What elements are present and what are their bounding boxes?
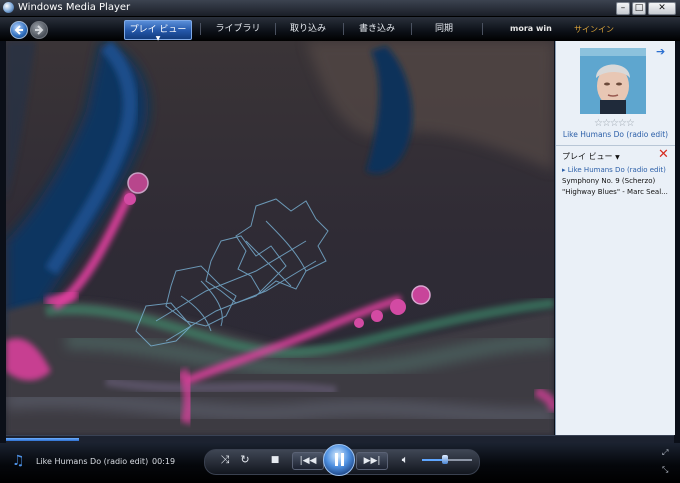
- repeat-button[interactable]: ↻: [237, 452, 253, 468]
- tab-burn[interactable]: 書き込み: [350, 20, 404, 38]
- tab-sync[interactable]: 同期: [420, 20, 468, 38]
- title-bar: Windows Media Player – □ ✕: [0, 0, 680, 17]
- playlist-item[interactable]: "Highway Blues" - Marc Seal...: [562, 188, 673, 196]
- back-arrow-icon: [14, 25, 23, 35]
- media-player-logo-icon: [3, 2, 14, 13]
- nav-divider: [411, 23, 412, 35]
- star-rating[interactable]: ☆☆☆☆☆: [594, 118, 635, 129]
- pause-icon: [335, 453, 338, 466]
- elapsed-time: 00:19: [152, 457, 176, 466]
- divider: [556, 145, 675, 146]
- tab-now-playing[interactable]: プレイ ビュー ▼: [124, 20, 192, 42]
- play-pause-button[interactable]: [323, 444, 355, 476]
- stop-button[interactable]: ■: [268, 452, 282, 468]
- previous-button[interactable]: |◀◀: [292, 452, 324, 470]
- tab-label: プレイ ビュー: [129, 25, 187, 35]
- playlist-item[interactable]: ▸ Like Humans Do (radio edit): [562, 166, 673, 174]
- album-track-title[interactable]: Like Humans Do (radio edit): [556, 130, 675, 139]
- clear-list-icon[interactable]: ✕: [658, 147, 669, 162]
- maximize-icon: □: [634, 3, 644, 13]
- media-player-window: Windows Media Player – □ ✕ プレイ ビュー ▼ ライブ…: [0, 0, 680, 483]
- music-note-icon: ♫: [12, 453, 25, 469]
- minimize-button[interactable]: –: [616, 2, 630, 15]
- stop-icon: ■: [270, 455, 280, 465]
- next-icon: ▶▶|: [363, 456, 381, 466]
- repeat-icon: ↻: [240, 453, 250, 466]
- playlist-item-label: "Highway Blues" - Marc Seal...: [562, 188, 668, 196]
- sign-in-link[interactable]: サインイン: [574, 24, 614, 35]
- nav-divider: [482, 23, 483, 35]
- shuffle-icon: ⤨: [220, 453, 230, 466]
- playlist-item-label: Like Humans Do (radio edit): [567, 166, 666, 174]
- playlist-header[interactable]: プレイ ビュー ▼: [562, 151, 620, 162]
- now-playing-title: Like Humans Do (radio edit): [36, 457, 149, 466]
- visualization-graphic: [6, 41, 554, 435]
- chevron-down-icon: ▼: [615, 154, 620, 161]
- mute-button[interactable]: 🔈︎: [398, 452, 412, 468]
- album-art[interactable]: [580, 48, 646, 114]
- playlist-item[interactable]: Symphony No. 9 (Scherzo): [562, 177, 673, 185]
- forward-arrow-icon: [35, 25, 44, 35]
- playlist-title: プレイ ビュー: [562, 152, 613, 161]
- window-title: Windows Media Player: [18, 2, 131, 13]
- switch-to-skin-icon[interactable]: ⤡: [662, 465, 668, 475]
- online-store-button[interactable]: mora win: [510, 24, 552, 33]
- list-pane: ➔ ☆☆☆☆☆ Like Humans Do (radio edit) プレイ …: [555, 41, 675, 435]
- maximize-button[interactable]: □: [632, 2, 646, 15]
- volume-thumb[interactable]: [441, 455, 448, 464]
- forward-button[interactable]: [30, 21, 48, 39]
- close-button[interactable]: ✕: [648, 2, 676, 15]
- visualization-area[interactable]: [6, 41, 554, 435]
- seek-progress: [6, 438, 80, 441]
- next-album-arrow-icon[interactable]: ➔: [656, 45, 665, 58]
- now-playing-arrow-icon: ▸: [562, 166, 566, 174]
- minimize-icon: –: [620, 3, 626, 13]
- next-button[interactable]: ▶▶|: [356, 452, 388, 470]
- close-icon: ✕: [658, 3, 666, 13]
- shuffle-button[interactable]: ⤨: [217, 452, 233, 468]
- album-cover-image: [580, 48, 646, 114]
- navigation-bar: プレイ ビュー ▼ ライブラリ 取り込み 書き込み 同期 mora win サイ…: [0, 17, 680, 42]
- nav-divider: [200, 23, 201, 35]
- playlist-item-label: Symphony No. 9 (Scherzo): [562, 177, 656, 185]
- fullscreen-icon[interactable]: ⤢: [662, 448, 668, 458]
- back-button[interactable]: [10, 21, 28, 39]
- speaker-icon: 🔈︎: [401, 453, 409, 466]
- nav-divider: [343, 23, 344, 35]
- tab-rip[interactable]: 取り込み: [280, 20, 336, 38]
- previous-icon: |◀◀: [299, 456, 317, 466]
- tab-library[interactable]: ライブラリ: [208, 20, 268, 38]
- transport-bar: ♫ Like Humans Do (radio edit) 00:19 ⤨ ↻ …: [0, 443, 680, 483]
- nav-divider: [275, 23, 276, 35]
